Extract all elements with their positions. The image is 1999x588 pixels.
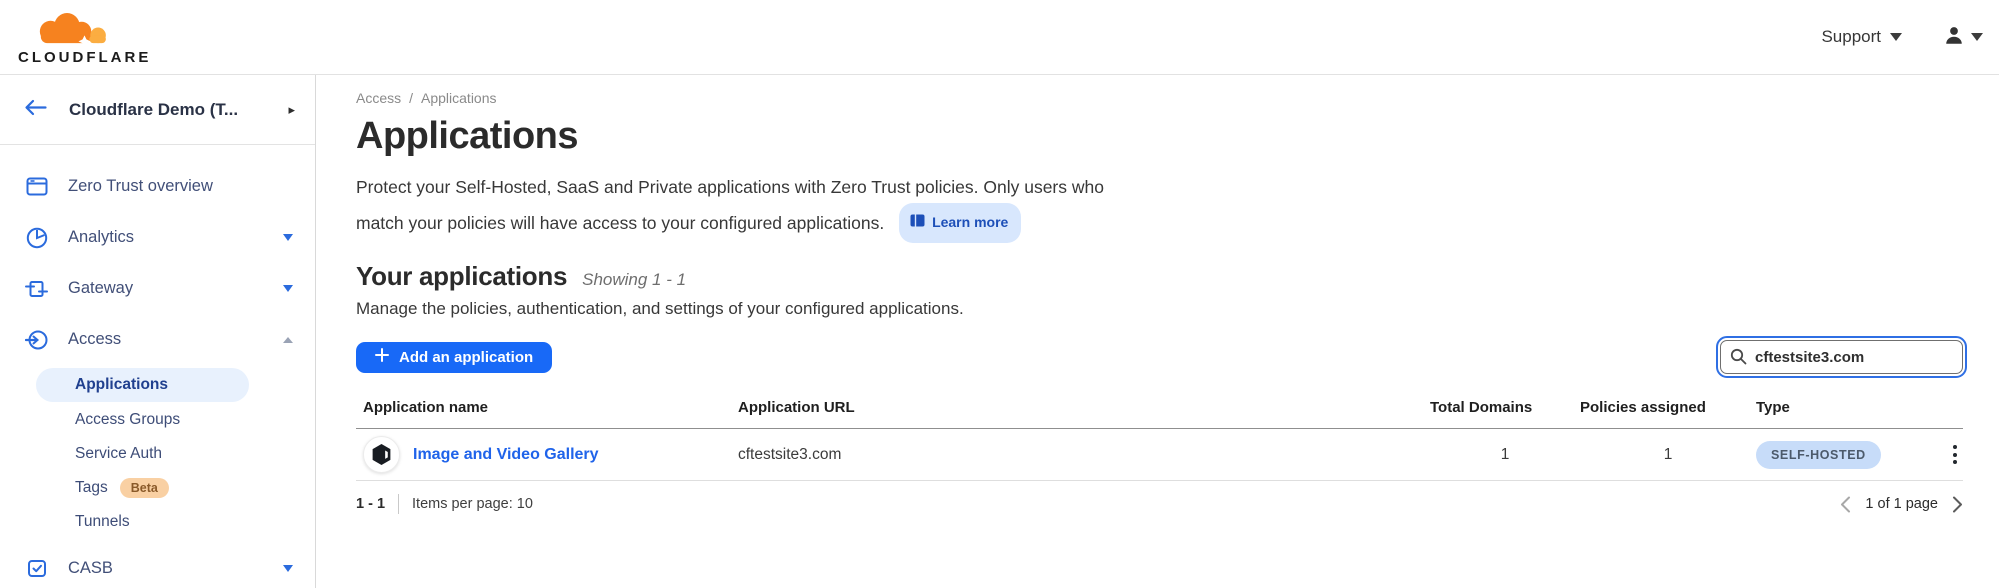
items-range: 1 - 1 bbox=[356, 496, 385, 512]
row-actions-kebab-icon[interactable] bbox=[1947, 441, 1963, 468]
sidebar-subitem-label: Applications bbox=[75, 376, 168, 394]
description-line-2: match your policies will have access to … bbox=[356, 213, 884, 233]
gateway-icon bbox=[25, 277, 48, 300]
sidebar-item-access[interactable]: Access bbox=[0, 314, 315, 365]
total-domains-value: 1 bbox=[1430, 446, 1580, 464]
sidebar-item-label: CASB bbox=[68, 559, 283, 578]
breadcrumb-separator: / bbox=[409, 90, 413, 106]
breadcrumb: Access / Applications bbox=[356, 90, 1963, 106]
policies-assigned-value: 1 bbox=[1580, 446, 1756, 464]
user-account-menu[interactable] bbox=[1944, 25, 1983, 50]
search-box bbox=[1720, 340, 1963, 374]
cloudflare-wordmark: CLOUDFLARE bbox=[18, 49, 151, 66]
application-name-link[interactable]: Image and Video Gallery bbox=[413, 446, 599, 464]
sidebar-item-analytics[interactable]: Analytics bbox=[0, 212, 315, 263]
column-header-type: Type bbox=[1756, 399, 1923, 416]
main-content: Access / Applications Applications Prote… bbox=[316, 75, 1999, 588]
add-application-label: Add an application bbox=[399, 349, 533, 366]
chevron-down-icon[interactable] bbox=[283, 285, 293, 292]
user-icon bbox=[1944, 25, 1964, 50]
table-row: Image and Video Gallery cftestsite3.com … bbox=[356, 429, 1963, 481]
sidebar-item-tags[interactable]: Tags Beta bbox=[0, 471, 315, 505]
sidebar-item-label: Gateway bbox=[68, 279, 283, 298]
breadcrumb-access[interactable]: Access bbox=[356, 90, 401, 106]
chevron-down-icon[interactable] bbox=[283, 565, 293, 572]
sidebar-item-label: Zero Trust overview bbox=[68, 177, 293, 196]
sidebar-nav: Zero Trust overview Analytics bbox=[0, 145, 315, 588]
book-icon bbox=[910, 207, 925, 238]
sidebar-item-gateway[interactable]: Gateway bbox=[0, 263, 315, 314]
support-menu[interactable]: Support bbox=[1821, 27, 1902, 47]
plus-icon bbox=[375, 348, 389, 366]
sidebar-subitem-label: Access Groups bbox=[75, 411, 180, 429]
page-info: 1 of 1 page bbox=[1865, 496, 1938, 512]
learn-more-label: Learn more bbox=[932, 207, 1008, 238]
learn-more-button[interactable]: Learn more bbox=[899, 203, 1021, 243]
chevron-right-icon[interactable]: ▸ bbox=[288, 102, 295, 118]
beta-badge: Beta bbox=[120, 478, 169, 498]
column-header-total-domains: Total Domains bbox=[1430, 399, 1580, 416]
chevron-down-icon[interactable] bbox=[283, 234, 293, 241]
section-description: Manage the policies, authentication, and… bbox=[356, 299, 1963, 319]
page-title: Applications bbox=[356, 115, 1963, 158]
cloudflare-logo[interactable]: CLOUDFLARE bbox=[18, 13, 151, 66]
showing-count: Showing 1 - 1 bbox=[582, 270, 686, 290]
column-header-policies-assigned: Policies assigned bbox=[1580, 399, 1756, 416]
applications-table: Application name Application URL Total D… bbox=[356, 399, 1963, 481]
chevron-up-icon[interactable] bbox=[283, 337, 293, 343]
sidebar: Cloudflare Demo (T... ▸ Zero Trust overv… bbox=[0, 75, 316, 588]
pagination: 1 - 1 Items per page: 10 1 of 1 page bbox=[356, 494, 1963, 514]
search-icon bbox=[1730, 348, 1747, 370]
breadcrumb-applications[interactable]: Applications bbox=[421, 90, 497, 106]
type-badge: SELF-HOSTED bbox=[1756, 441, 1881, 469]
access-login-icon bbox=[25, 328, 48, 351]
next-page-icon[interactable] bbox=[1952, 496, 1963, 513]
top-header: CLOUDFLARE Support bbox=[0, 0, 1999, 75]
sidebar-item-service-auth[interactable]: Service Auth bbox=[0, 437, 315, 471]
access-subnav: Applications Access Groups Service Auth … bbox=[0, 365, 315, 543]
chevron-down-icon bbox=[1971, 33, 1983, 41]
section-title: Your applications bbox=[356, 261, 567, 292]
add-application-button[interactable]: Add an application bbox=[356, 342, 552, 373]
sidebar-subitem-label: Tags bbox=[75, 479, 108, 497]
analytics-pie-icon bbox=[25, 226, 48, 249]
cloudflare-cloud-icon bbox=[18, 13, 118, 51]
application-url: cftestsite3.com bbox=[738, 446, 1430, 464]
table-header-row: Application name Application URL Total D… bbox=[356, 399, 1963, 429]
items-per-page[interactable]: Items per page: 10 bbox=[412, 496, 533, 512]
description-line-1: Protect your Self-Hosted, SaaS and Priva… bbox=[356, 172, 1963, 203]
chevron-down-icon bbox=[1890, 33, 1902, 41]
sidebar-item-tunnels[interactable]: Tunnels bbox=[0, 505, 315, 539]
search-input[interactable] bbox=[1720, 340, 1963, 374]
sidebar-item-zero-trust-overview[interactable]: Zero Trust overview bbox=[0, 161, 315, 212]
page-description: Protect your Self-Hosted, SaaS and Priva… bbox=[356, 172, 1963, 243]
back-arrow-icon[interactable] bbox=[24, 99, 47, 121]
account-switcher[interactable]: Cloudflare Demo (T... ▸ bbox=[0, 75, 315, 145]
sidebar-item-label: Access bbox=[68, 330, 283, 349]
account-name: Cloudflare Demo (T... bbox=[69, 100, 282, 120]
overview-window-icon bbox=[25, 175, 48, 198]
column-header-application-name: Application name bbox=[356, 399, 738, 416]
support-label: Support bbox=[1821, 27, 1881, 47]
application-cube-icon bbox=[363, 436, 400, 473]
sidebar-subitem-label: Service Auth bbox=[75, 445, 162, 463]
previous-page-icon[interactable] bbox=[1840, 496, 1851, 513]
column-header-application-url: Application URL bbox=[738, 399, 1430, 416]
sidebar-item-access-groups[interactable]: Access Groups bbox=[0, 403, 315, 437]
sidebar-item-label: Analytics bbox=[68, 228, 283, 247]
casb-check-icon bbox=[25, 557, 48, 580]
sidebar-subitem-label: Tunnels bbox=[75, 513, 130, 531]
divider bbox=[398, 494, 399, 514]
sidebar-item-applications[interactable]: Applications bbox=[36, 368, 249, 402]
sidebar-item-casb[interactable]: CASB bbox=[0, 543, 315, 588]
